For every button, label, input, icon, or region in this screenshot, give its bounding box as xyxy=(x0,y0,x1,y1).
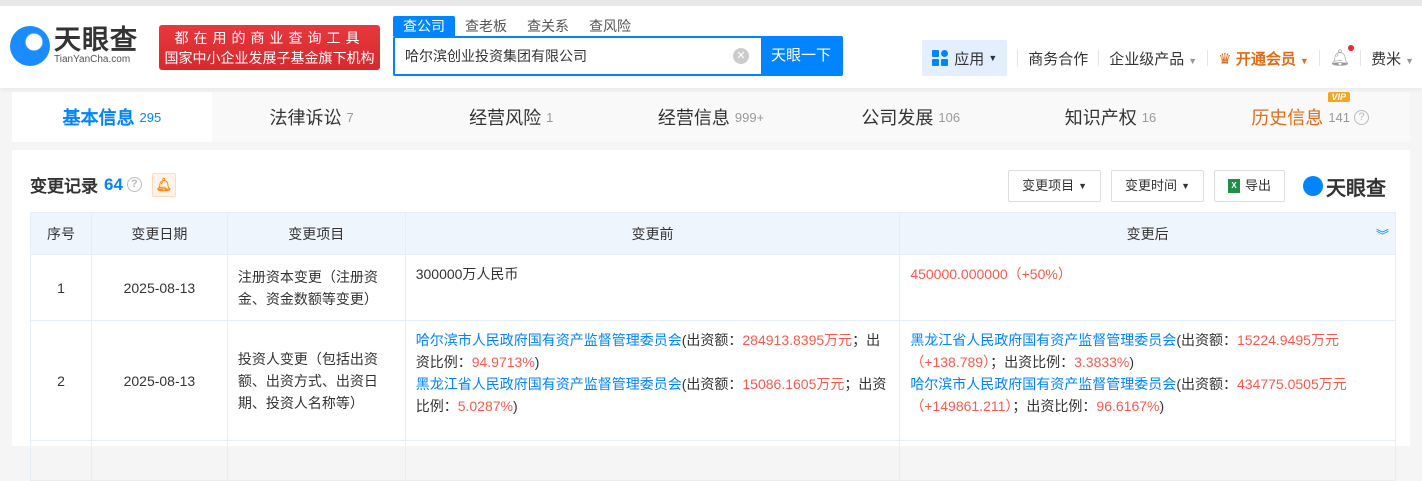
enterprise-menu[interactable]: 企业级产品 ▼ xyxy=(1109,48,1197,69)
col-before: 变更前 xyxy=(404,212,901,255)
search-input[interactable] xyxy=(395,38,733,74)
investor-link[interactable]: 哈尔滨市人民政府国有资产监督管理委员会 xyxy=(416,332,682,348)
vip-menu[interactable]: ♛ 开通会员 ▼ xyxy=(1218,48,1309,69)
col-item: 变更项目 xyxy=(226,212,406,255)
investor-link[interactable]: 黑龙江省人民政府国有资产监督管理委员会 xyxy=(910,332,1176,348)
slogan-banner: 都在用的商业查询工具 国家中小企业发展子基金旗下机构 xyxy=(159,25,380,70)
investor-entry: 哈尔滨市人民政府国有资产监督管理委员会(出资额：284913.8395万元；出资… xyxy=(415,332,881,370)
tab-risk[interactable]: 经营风险 1 xyxy=(411,92,611,142)
section-title: 变更记录 64? 🔔︎ xyxy=(30,172,176,197)
help-icon[interactable]: ? xyxy=(1354,109,1370,125)
crown-icon: ♛ xyxy=(1218,50,1236,68)
export-button[interactable]: X 导出 xyxy=(1213,170,1285,202)
vip-label: 开通会员 xyxy=(1235,50,1296,68)
clear-icon[interactable]: ✕ xyxy=(733,48,749,64)
subscribe-bell-icon[interactable]: 🔔︎ xyxy=(151,172,176,197)
tab-legal[interactable]: 法律诉讼 7 xyxy=(212,92,412,142)
enterprise-label: 企业级产品 xyxy=(1109,50,1185,68)
search-tab-company[interactable]: 查公司 xyxy=(393,16,455,36)
search-tabs: 查公司 查老板 查关系 查风险 xyxy=(393,16,641,36)
vip-badge: VIP xyxy=(1327,92,1351,102)
logo-icon xyxy=(10,26,50,66)
col-date: 变更日期 xyxy=(90,212,228,255)
help-icon[interactable]: ? xyxy=(126,177,142,192)
search-button[interactable]: 天眼一下 xyxy=(761,38,841,74)
header: 天眼查 TianYanCha.com 都在用的商业查询工具 国家中小企业发展子基金旗… xyxy=(0,6,1422,88)
expand-icon[interactable]: ︾ xyxy=(1376,225,1389,244)
investor-link[interactable]: 哈尔滨市人民政府国有资产监督管理委员会 xyxy=(910,376,1176,392)
user-menu[interactable]: 费米 ▼ xyxy=(1371,48,1414,69)
business-link[interactable]: 商务合作 xyxy=(1028,48,1088,69)
logo[interactable]: 天眼查 TianYanCha.com xyxy=(10,26,138,66)
top-nav: 应用 ▼ 商务合作 企业级产品 ▼ ♛ 开通会员 ▼ 🔔︎ 费米 ▼ xyxy=(922,40,1422,76)
toolbar: 变更项目 ▼ 变更时间 ▼ X 导出 天眼查 xyxy=(998,170,1386,202)
logo-icon xyxy=(1303,176,1323,196)
after-investors: 黑龙江省人民政府国有资产监督管理委员会(出资额：15224.9495万元（+13… xyxy=(899,320,1396,441)
table-header: 序号 变更日期 变更项目 变更前 变更后 ︾ xyxy=(30,212,1396,255)
search-box: ✕ 天眼一下 xyxy=(393,36,843,76)
filter-time-dropdown[interactable]: 变更时间 ▼ xyxy=(1111,170,1204,202)
search-tab-boss[interactable]: 查老板 xyxy=(455,16,517,36)
tab-basic[interactable]: 基本信息 295 xyxy=(12,92,212,142)
investor-link[interactable]: 黑龙江省人民政府国有资产监督管理委员会 xyxy=(416,376,682,392)
filter-item-dropdown[interactable]: 变更项目 ▼ xyxy=(1008,170,1102,202)
tab-bar: 基本信息 295 法律诉讼 7 经营风险 1 经营信息 999+ 公司发展 106 知识产… xyxy=(12,92,1410,142)
slogan-line1: 都在用的商业查询工具 xyxy=(174,30,365,46)
record-count: 64 xyxy=(104,174,123,194)
table-row xyxy=(30,440,1396,481)
investor-entry: 哈尔滨市人民政府国有资产监督管理委员会(出资额：434775.0505万元（+1… xyxy=(910,376,1347,414)
bell-icon[interactable]: 🔔︎ xyxy=(1330,45,1355,68)
tab-operation[interactable]: 经营信息 999+ xyxy=(611,92,811,142)
table-row: 2 2025-08-13 投资人变更（包括出资额、出资方式、出资日期、投资人名称等… xyxy=(30,320,1396,441)
investor-entry: 黑龙江省人民政府国有资产监督管理委员会(出资额：15224.9495万元（+13… xyxy=(910,332,1339,370)
excel-icon: X xyxy=(1227,179,1240,193)
col-after: 变更后 ︾ xyxy=(899,212,1396,255)
app-menu[interactable]: 应用 ▼ xyxy=(922,40,1008,76)
change-table: 序号 变更日期 变更项目 变更前 变更后 ︾ 1 2025-08-13 注册资本变更（注册… xyxy=(30,212,1396,481)
tab-development[interactable]: 公司发展 106 xyxy=(811,92,1011,142)
apps-icon xyxy=(932,50,949,66)
change-records-card: 变更记录 64? 🔔︎ 变更项目 ▼ 变更时间 ▼ X 导出 天眼查 序号 变更日期 变更项目… xyxy=(12,150,1410,481)
investor-entry: 黑龙江省人民政府国有资产监督管理委员会(出资额：15086.1605万元；出资比… xyxy=(415,376,887,414)
logo-text: 天眼查 xyxy=(54,25,138,55)
slogan-line2: 国家中小企业发展子基金旗下机构 xyxy=(164,50,375,66)
tab-ip[interactable]: 知识产权 16 xyxy=(1011,92,1211,142)
search-tab-relation[interactable]: 查关系 xyxy=(517,16,579,36)
app-label: 应用 xyxy=(954,50,985,68)
brand-logo: 天眼查 xyxy=(1303,172,1386,201)
search-tab-risk[interactable]: 查风险 xyxy=(579,16,641,36)
tab-history[interactable]: VIP 历史信息 141? xyxy=(1210,92,1410,142)
before-investors: 哈尔滨市人民政府国有资产监督管理委员会(出资额：284913.8395万元；出资… xyxy=(404,320,901,441)
user-name: 费米 xyxy=(1371,50,1402,68)
logo-domain: TianYanCha.com xyxy=(54,54,131,65)
col-index: 序号 xyxy=(30,212,92,255)
table-row: 1 2025-08-13 注册资本变更（注册资金、资金数额等变更） 300000万… xyxy=(30,254,1396,321)
